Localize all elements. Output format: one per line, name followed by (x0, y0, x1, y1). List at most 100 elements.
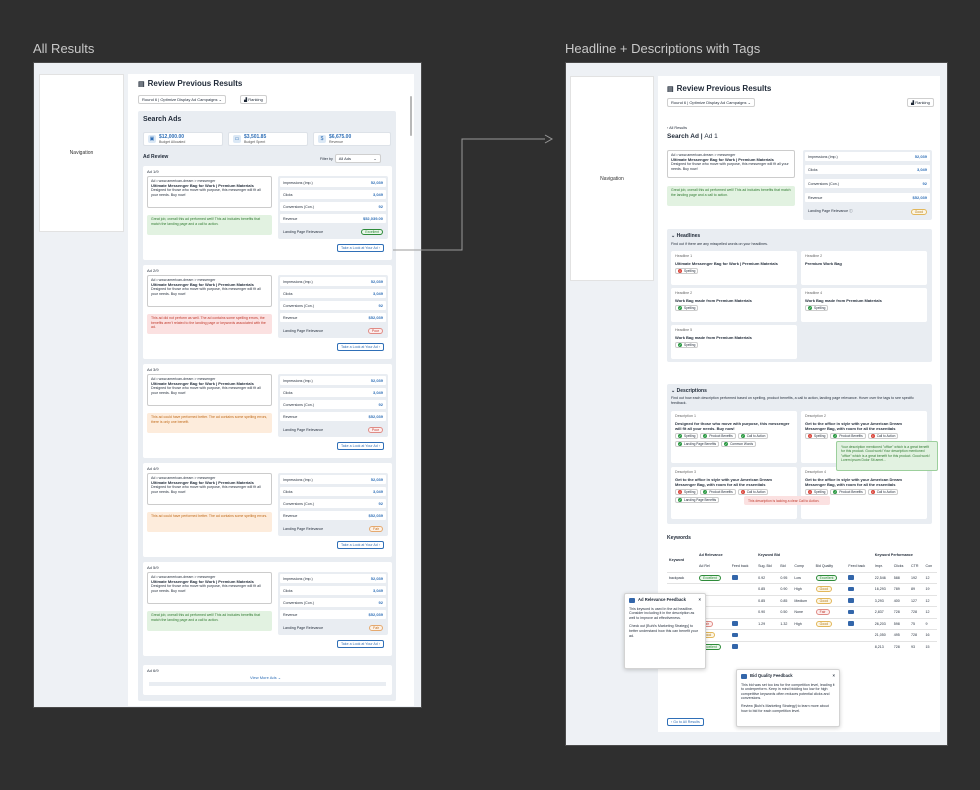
bid-quality-feedback-cell[interactable] (846, 571, 873, 584)
kw-bid-cell: 0.50 (778, 606, 793, 618)
ranking-button[interactable]: ▟ Ranking (907, 98, 934, 107)
kw-subheader: Sug. Bid (758, 564, 772, 568)
feedback-icon[interactable] (731, 644, 738, 649)
feedback-tag[interactable]: × Spelling (805, 489, 829, 495)
description-card: Description 1 Designed for those who move… (671, 411, 797, 463)
ad-relevance-feedback-cell[interactable] (729, 594, 757, 607)
kw-subheader: Impr. (874, 564, 883, 568)
round-select[interactable]: Round 6 | Optimize Display Ad Campaigns … (667, 98, 756, 107)
feedback-tag[interactable]: ✓ Common Words (721, 441, 757, 447)
keywords-table: Keyword Ad Relevance Keyword Bid Keyword… (667, 549, 937, 653)
check-icon: ✓ (678, 434, 682, 438)
popover-link-text[interactable]: Review [Buhi's Marketing Strategy] to le… (741, 704, 835, 713)
page-title: ▤ Review Previous Results (667, 84, 771, 93)
feedback-tag[interactable]: ✓ Product Benefits (700, 433, 736, 439)
kw-ctr-cell: 192 (909, 571, 924, 584)
description-card: Description 3 Get to the office in style … (671, 467, 797, 519)
metric-label: Landing Page Relevance (808, 209, 849, 213)
navigation-panel[interactable]: Navigation (570, 76, 654, 281)
feedback-tag[interactable]: ✓ Spelling (675, 305, 699, 311)
bid-quality-cell: Good (813, 594, 847, 607)
metric-landing-relevance: Landing Page Relevance ⓘ Good (805, 207, 930, 216)
bid-quality-feedback-cell[interactable] (846, 606, 873, 618)
headlines-title-text: Headlines (676, 233, 701, 239)
feedback-tag[interactable]: ✓ Call to Action (737, 433, 769, 439)
ad-relevance-feedback-cell[interactable] (729, 617, 757, 630)
bid-quality-feedback-cell[interactable] (846, 629, 873, 641)
feedback-tag[interactable]: × Call to Action (867, 489, 899, 495)
feedback-icon[interactable] (848, 621, 855, 626)
bid-quality-feedback-cell[interactable] (846, 583, 873, 595)
feedback-tag[interactable]: × Spelling (675, 268, 699, 274)
feedback-icon[interactable] (848, 609, 855, 614)
x-icon: × (870, 490, 875, 494)
back-to-results-button[interactable]: ‹ Go to All Results (667, 718, 704, 726)
close-icon[interactable]: × (699, 597, 701, 603)
close-icon[interactable]: × (833, 673, 835, 679)
x-icon: × (870, 434, 875, 438)
feedback-icon[interactable] (848, 598, 855, 603)
kw-subheader: Clicks (893, 564, 904, 568)
headline-card: Headline 1 Ultimate Messenger Bag for Wor… (671, 251, 797, 285)
check-icon: ✓ (678, 498, 682, 502)
kw-sug-cell (756, 629, 779, 641)
feedback-tag[interactable]: ✓ Spelling (675, 433, 699, 439)
kw-cl-cell: 728 (891, 640, 910, 653)
kw-subheader-row: Ad Rel Feed back Sug. Bid Bid Comp Bid Qualit… (667, 561, 937, 573)
kw-header-keyword-performance: Keyword Performance (874, 552, 913, 557)
bid-quality-feedback-cell[interactable] (846, 617, 873, 630)
feedback-tag[interactable]: ✓ Product Benefits (830, 489, 866, 495)
tooltip-cta-feedback: This description is lacking a clear Call… (744, 496, 830, 505)
feedback-icon[interactable] (848, 586, 855, 591)
popover-title: Bid Quality Feedback (750, 673, 793, 678)
headlines-title[interactable]: ⌄ Headlines (671, 233, 700, 239)
popover-text: This keyword is used in the ad headline.… (629, 606, 695, 620)
kw-imp-cell: 2,837 (872, 606, 892, 618)
feedback-tag[interactable]: ✓ Landing Page Benefits (675, 441, 720, 447)
ad-relevance-feedback-cell[interactable] (729, 640, 757, 653)
popover-link-text[interactable]: Check out [Buhi's Marketing Strategy] to… (629, 624, 701, 638)
tag-label: Call to Action (876, 490, 896, 494)
feedback-tag[interactable]: ✓ Product Benefits (830, 433, 866, 439)
feedback-tag[interactable]: ✓ Spelling (805, 305, 829, 311)
feedback-tag[interactable]: ✓ Landing Page Benefits (675, 497, 720, 503)
tag-label: Product Benefits (709, 490, 733, 494)
kw-comp-cell: High (792, 583, 814, 595)
x-icon: × (678, 490, 682, 494)
feedback-icon[interactable] (848, 575, 855, 580)
ad-relevance-feedback-cell[interactable] (729, 571, 757, 584)
keyword-row: 0.85 0.90 High Good 16,293 789 89 19 (667, 583, 937, 595)
feedback-tag[interactable]: × Call to Action (737, 489, 769, 495)
tag-label: Spelling (684, 434, 696, 438)
description-text: Get to the office in style with your Ame… (805, 477, 902, 487)
ad-relevance-cell: Excellent (697, 571, 730, 584)
info-icon[interactable]: ⓘ (849, 209, 853, 213)
bid-quality-tag: Good (815, 620, 832, 627)
feedback-tag[interactable]: × Spelling (805, 433, 829, 439)
description-card: Description 4 Get to the office in style … (801, 467, 927, 519)
feedback-tag[interactable]: ✓ Product Benefits (700, 489, 736, 495)
feedback-icon[interactable] (731, 575, 738, 580)
kw-subheader: Comp (794, 564, 804, 568)
bid-quality-cell: Fair (813, 606, 847, 618)
ad-relevance-feedback-cell[interactable] (729, 606, 757, 618)
feedback-icon[interactable] (731, 621, 738, 626)
bid-quality-feedback-cell[interactable] (846, 640, 873, 653)
breadcrumb[interactable]: ‹ All Results (667, 126, 687, 130)
descriptions-title[interactable]: ⌄ Descriptions (671, 388, 707, 394)
bid-quality-feedback-cell[interactable] (846, 594, 873, 607)
kw-con-cell: 12 (923, 594, 937, 607)
ad-relevance-feedback-cell[interactable] (729, 629, 757, 641)
descriptions-title-text: Descriptions (676, 388, 707, 394)
kw-con-cell: 16 (923, 629, 937, 641)
headline-label: Headline 2 (805, 254, 823, 258)
ad-relevance-feedback-cell[interactable] (729, 583, 757, 595)
kw-comp-cell: Medium (792, 594, 814, 607)
kw-comp-cell: High (792, 617, 814, 630)
x-icon: × (808, 434, 812, 438)
feedback-icon[interactable] (731, 632, 738, 637)
relevance-tag: Good (910, 208, 927, 215)
feedback-tag[interactable]: × Spelling (675, 489, 699, 495)
feedback-tag[interactable]: × Call to Action (867, 433, 899, 439)
feedback-tag[interactable]: ✓ Spelling (675, 342, 699, 348)
